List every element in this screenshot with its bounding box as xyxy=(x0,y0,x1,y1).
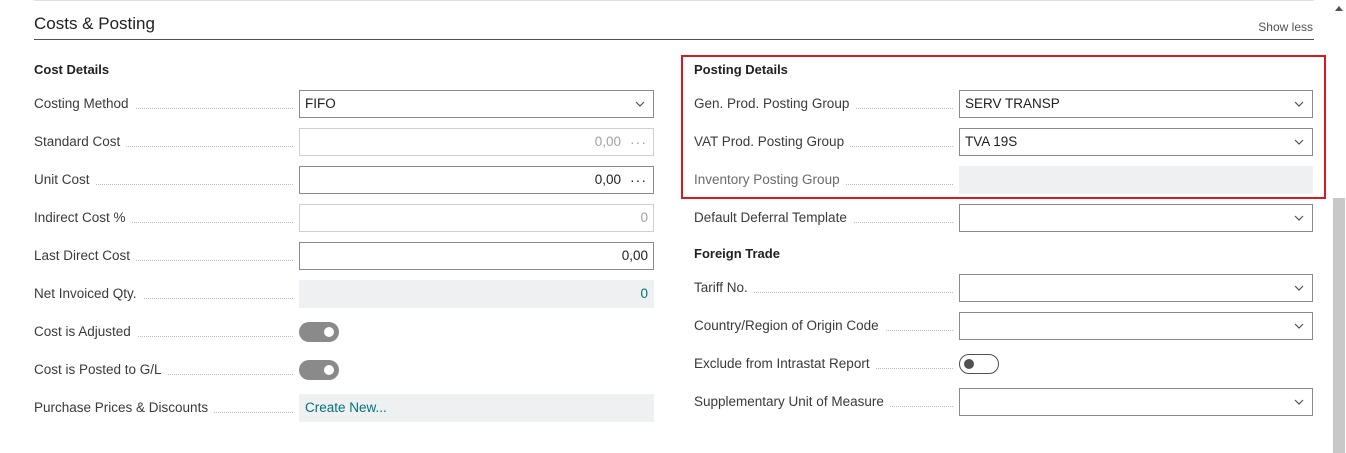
chevron-down-icon xyxy=(1294,139,1304,145)
tariff-no-label: Tariff No. xyxy=(694,274,959,302)
scrollbar-thumb[interactable] xyxy=(1333,198,1345,453)
exclude-intrastat-label: Exclude from Intrastat Report xyxy=(694,350,959,378)
vertical-scrollbar[interactable] xyxy=(1333,0,1346,453)
chevron-down-icon xyxy=(635,101,645,107)
default-deferral-template-row: Default Deferral Template xyxy=(694,204,1313,232)
top-divider xyxy=(34,0,1314,1)
net-invoiced-qty-label: Net Invoiced Qty. xyxy=(34,280,299,308)
country-region-select[interactable] xyxy=(959,312,1313,340)
default-deferral-template-select[interactable] xyxy=(959,204,1313,232)
last-direct-cost-label: Last Direct Cost xyxy=(34,242,299,270)
exclude-intrastat-toggle[interactable] xyxy=(959,354,999,374)
exclude-intrastat-row: Exclude from Intrastat Report xyxy=(694,350,1313,378)
indirect-cost-row: Indirect Cost % 0 xyxy=(34,204,654,232)
net-invoiced-qty-value[interactable]: 0 xyxy=(299,280,654,308)
costing-method-row: Costing Method FIFO xyxy=(34,90,654,118)
standard-cost-row: Standard Cost 0,00 ··· xyxy=(34,128,654,156)
cost-is-adjusted-label: Cost is Adjusted xyxy=(34,318,299,346)
net-invoiced-qty-row: Net Invoiced Qty. 0 xyxy=(34,280,654,308)
chevron-down-icon xyxy=(1294,101,1304,107)
standard-cost-label: Standard Cost xyxy=(34,128,299,156)
last-direct-cost-row: Last Direct Cost 0,00 xyxy=(34,242,654,270)
chevron-down-icon xyxy=(1294,215,1304,221)
inventory-posting-group-row: Inventory Posting Group xyxy=(694,166,1313,194)
country-region-row: Country/Region of Origin Code xyxy=(694,312,1313,340)
purchase-prices-label: Purchase Prices & Discounts xyxy=(34,394,299,422)
gen-prod-posting-group-select[interactable]: SERV TRANSP xyxy=(959,90,1313,118)
tariff-no-select[interactable] xyxy=(959,274,1313,302)
foreign-trade-heading: Foreign Trade xyxy=(694,246,780,261)
vat-prod-posting-group-row: VAT Prod. Posting Group TVA 19S xyxy=(694,128,1313,156)
cost-is-adjusted-row: Cost is Adjusted xyxy=(34,318,654,346)
default-deferral-template-label: Default Deferral Template xyxy=(694,204,959,232)
unit-cost-label: Unit Cost xyxy=(34,166,299,194)
indirect-cost-label: Indirect Cost % xyxy=(34,204,299,232)
unit-cost-field[interactable]: 0,00 ··· xyxy=(299,166,654,194)
cost-is-adjusted-toggle[interactable] xyxy=(299,322,339,342)
inventory-posting-group-label: Inventory Posting Group xyxy=(694,166,959,194)
chevron-down-icon xyxy=(1294,285,1304,291)
section-divider xyxy=(34,39,1314,40)
cost-is-posted-row: Cost is Posted to G/L xyxy=(34,356,654,384)
costing-method-label: Costing Method xyxy=(34,90,299,118)
ellipsis-icon[interactable]: ··· xyxy=(630,129,647,155)
cost-is-posted-toggle[interactable] xyxy=(299,360,339,380)
last-direct-cost-field[interactable]: 0,00 xyxy=(299,242,654,270)
cost-is-posted-label: Cost is Posted to G/L xyxy=(34,356,299,384)
chevron-down-icon xyxy=(1294,399,1304,405)
scroll-up-icon[interactable] xyxy=(1335,6,1343,11)
show-less-link[interactable]: Show less xyxy=(1258,20,1313,34)
chevron-down-icon xyxy=(1294,323,1304,329)
standard-cost-field[interactable]: 0,00 ··· xyxy=(299,128,654,156)
cost-details-heading: Cost Details xyxy=(34,62,110,77)
unit-cost-row: Unit Cost 0,00 ··· xyxy=(34,166,654,194)
gen-prod-posting-group-label: Gen. Prod. Posting Group xyxy=(694,90,959,118)
inventory-posting-group-field[interactable] xyxy=(959,166,1313,194)
vat-prod-posting-group-label: VAT Prod. Posting Group xyxy=(694,128,959,156)
posting-details-heading: Posting Details xyxy=(694,62,788,77)
country-region-label: Country/Region of Origin Code xyxy=(694,312,959,340)
supplementary-unit-row: Supplementary Unit of Measure xyxy=(694,388,1313,416)
gen-prod-posting-group-row: Gen. Prod. Posting Group SERV TRANSP xyxy=(694,90,1313,118)
supplementary-unit-select[interactable] xyxy=(959,388,1313,416)
purchase-prices-row: Purchase Prices & Discounts Create New..… xyxy=(34,394,654,422)
indirect-cost-field[interactable]: 0 xyxy=(299,204,654,232)
create-new-link[interactable]: Create New... xyxy=(299,394,654,422)
tariff-no-row: Tariff No. xyxy=(694,274,1313,302)
ellipsis-icon[interactable]: ··· xyxy=(630,167,647,193)
costing-method-select[interactable]: FIFO xyxy=(299,90,654,118)
section-title: Costs & Posting xyxy=(34,14,155,33)
supplementary-unit-label: Supplementary Unit of Measure xyxy=(694,388,959,416)
vat-prod-posting-group-select[interactable]: TVA 19S xyxy=(959,128,1313,156)
